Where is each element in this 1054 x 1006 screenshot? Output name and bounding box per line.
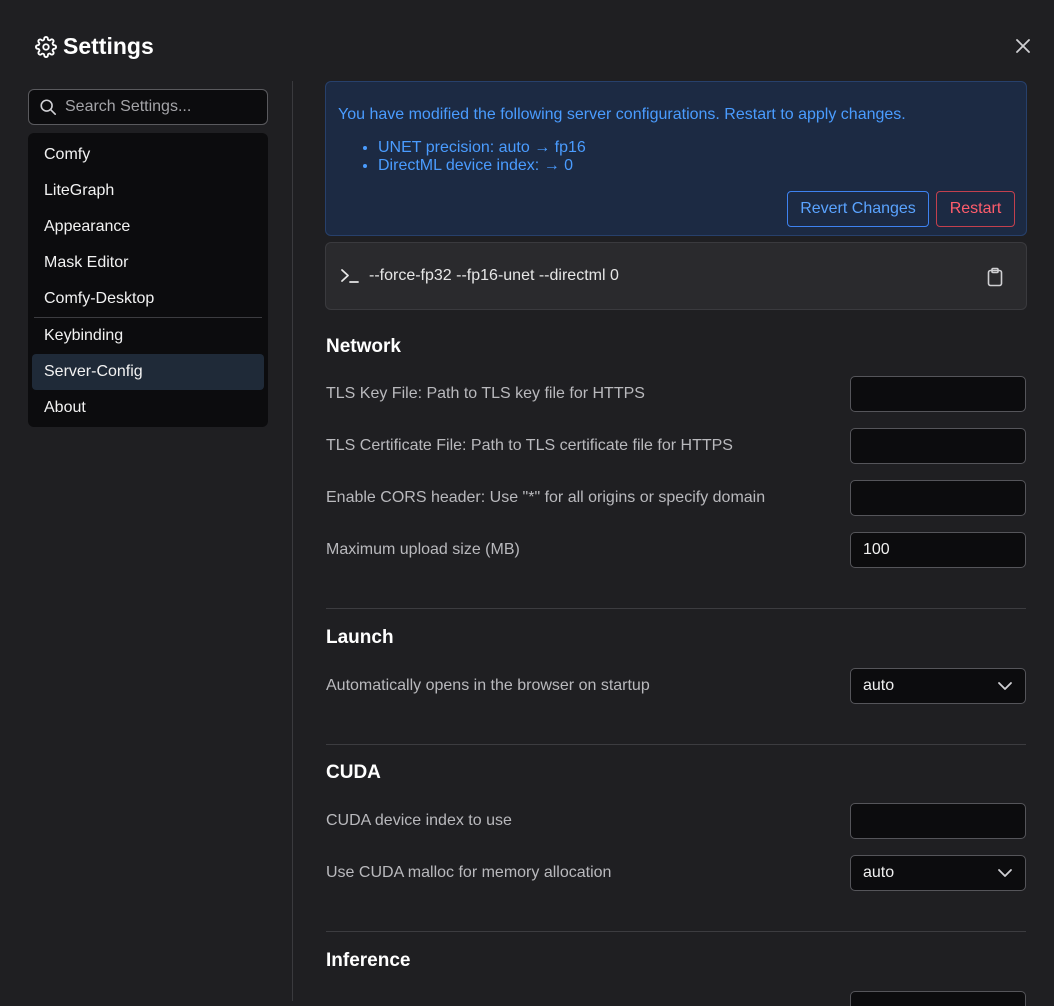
gear-icon: [35, 35, 57, 58]
restart-button[interactable]: Restart: [936, 191, 1015, 227]
change-item: UNET precision: auto → fp16: [378, 139, 586, 157]
search-icon: [40, 99, 57, 116]
command-text: --force-fp32 --fp16-unet --directml 0: [369, 267, 619, 284]
banner-message: You have modified the following server c…: [338, 106, 906, 123]
revert-changes-button[interactable]: Revert Changes: [787, 191, 929, 227]
tls-key-label: TLS Key File: Path to TLS key file for H…: [326, 385, 645, 402]
section-title-launch: Launch: [326, 627, 394, 648]
settings-dialog: Settings Comfy LiteGraph Appearance Mask…: [0, 0, 1054, 1006]
section-divider: [326, 608, 1026, 609]
section-divider: [326, 931, 1026, 932]
tls-key-input[interactable]: [850, 376, 1026, 412]
change-item: DirectML device index: → 0: [378, 157, 586, 175]
chevron-down-icon: [998, 869, 1012, 877]
nav-item-mask-editor[interactable]: Mask Editor: [32, 245, 264, 281]
dialog-header: Settings: [35, 33, 154, 60]
tls-cert-input[interactable]: [850, 428, 1026, 464]
restart-banner: You have modified the following server c…: [325, 81, 1027, 236]
cuda-device-label: CUDA device index to use: [326, 812, 512, 829]
cuda-malloc-select[interactable]: auto: [850, 855, 1026, 891]
changes-list: UNET precision: auto → fp16 DirectML dev…: [378, 139, 586, 175]
section-title-cuda: CUDA: [326, 762, 381, 783]
auto-open-select[interactable]: auto: [850, 668, 1026, 704]
settings-nav: Comfy LiteGraph Appearance Mask Editor C…: [28, 133, 268, 427]
nav-item-appearance[interactable]: Appearance: [32, 209, 264, 245]
cuda-malloc-label: Use CUDA malloc for memory allocation: [326, 864, 612, 881]
section-title-network: Network: [326, 336, 401, 357]
inference-input-partial[interactable]: [850, 991, 1026, 1006]
chevron-down-icon: [998, 682, 1012, 690]
command-line-box: --force-fp32 --fp16-unet --directml 0: [325, 242, 1027, 310]
close-icon[interactable]: [1013, 36, 1033, 56]
section-divider: [326, 744, 1026, 745]
cuda-device-input[interactable]: [850, 803, 1026, 839]
nav-item-server-config[interactable]: Server-Config: [32, 354, 264, 390]
section-title-inference: Inference: [326, 950, 411, 971]
search-settings[interactable]: [28, 89, 268, 125]
sidebar-divider: [292, 81, 293, 1001]
nav-item-keybinding[interactable]: Keybinding: [32, 318, 264, 354]
tls-cert-label: TLS Certificate File: Path to TLS certif…: [326, 437, 733, 454]
search-input[interactable]: [65, 98, 255, 116]
page-title: Settings: [63, 33, 154, 59]
cuda-malloc-value: auto: [863, 864, 895, 881]
upload-size-label: Maximum upload size (MB): [326, 541, 520, 558]
cors-label: Enable CORS header: Use "*" for all orig…: [326, 489, 766, 506]
nav-item-about[interactable]: About: [32, 390, 264, 426]
auto-open-label: Automatically opens in the browser on st…: [326, 677, 650, 694]
upload-size-input[interactable]: [850, 532, 1026, 568]
nav-item-litegraph[interactable]: LiteGraph: [32, 173, 264, 209]
nav-item-comfy[interactable]: Comfy: [32, 137, 264, 173]
auto-open-value: auto: [863, 677, 895, 694]
cors-input[interactable]: [850, 480, 1026, 516]
clipboard-icon[interactable]: [986, 267, 1004, 287]
terminal-icon: [341, 269, 359, 283]
nav-item-comfy-desktop[interactable]: Comfy-Desktop: [32, 281, 264, 317]
